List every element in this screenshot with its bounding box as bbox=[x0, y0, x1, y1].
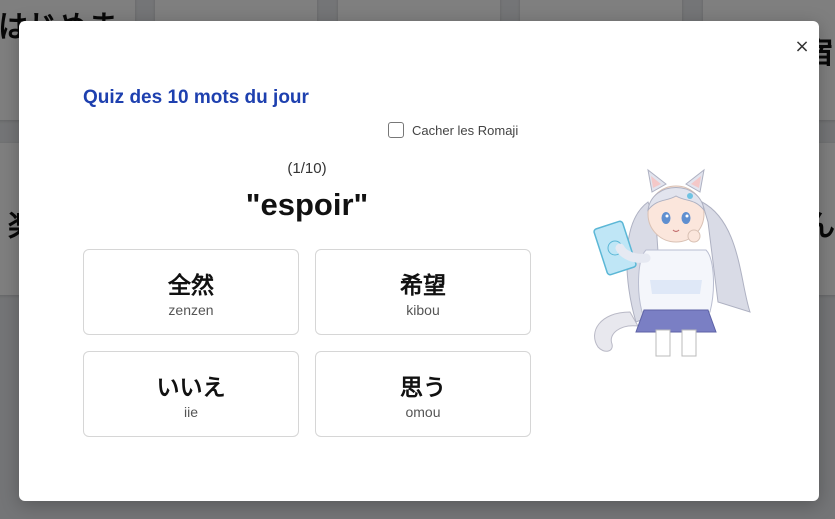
hide-romaji-label: Cacher les Romaji bbox=[412, 122, 519, 138]
answer-option[interactable]: 全然 zenzen bbox=[83, 249, 299, 335]
answer-romaji: omou bbox=[405, 404, 441, 420]
answer-option[interactable]: いいえ iie bbox=[83, 351, 299, 437]
answer-kanji: 思う bbox=[400, 375, 446, 401]
answer-romaji: iie bbox=[183, 404, 198, 420]
quiz-title: Quiz des 10 mots du jour bbox=[83, 87, 309, 108]
answer-kanji: いいえ bbox=[156, 375, 226, 401]
quiz-progress: (1/10) bbox=[287, 160, 327, 177]
catgirl-mascot-icon bbox=[593, 168, 751, 357]
hide-romaji-checkbox[interactable] bbox=[388, 122, 404, 138]
answer-romaji: kibou bbox=[406, 302, 440, 318]
close-button[interactable]: × bbox=[793, 38, 811, 56]
answer-romaji: zenzen bbox=[168, 302, 214, 318]
quiz-modal: × Quiz des 10 mots du jour Cacher les Ro… bbox=[19, 21, 819, 501]
answer-kanji: 全然 bbox=[168, 273, 214, 299]
hide-romaji-toggle[interactable]: Cacher les Romaji bbox=[388, 122, 518, 138]
quiz-question-word: "espoir" bbox=[245, 187, 369, 222]
answer-option[interactable]: 思う omou bbox=[315, 351, 531, 437]
answer-option[interactable]: 希望 kibou bbox=[315, 249, 531, 335]
answer-kanji: 希望 bbox=[400, 273, 446, 299]
